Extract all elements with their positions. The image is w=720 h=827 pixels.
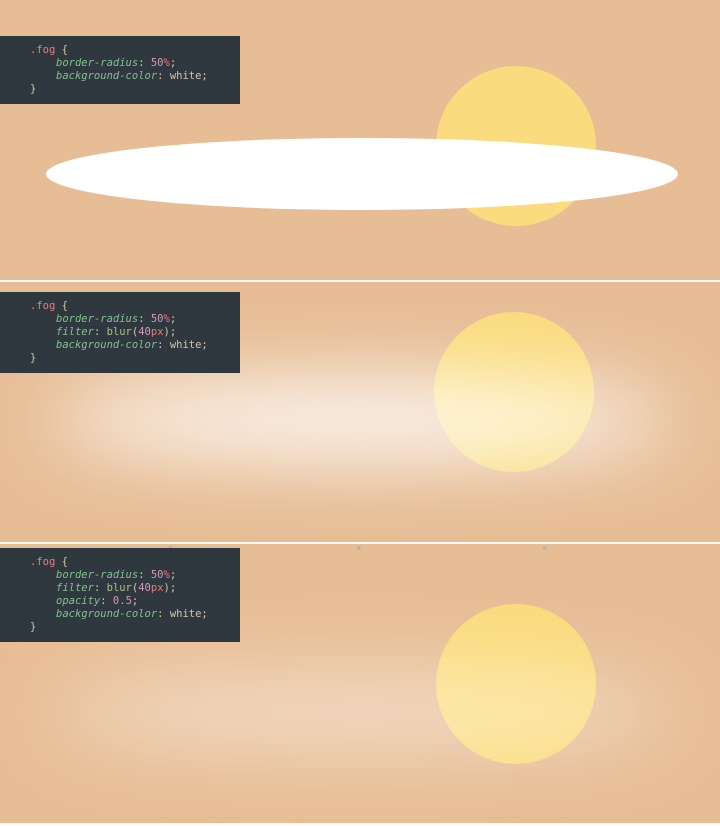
code-prop: border-radius <box>56 57 138 69</box>
code-selector: .fog <box>30 300 55 312</box>
code-prop: border-radius <box>56 569 138 581</box>
code-fn: blur <box>107 582 132 594</box>
example-panel-1: .fog {border-radius: 50%;background-colo… <box>0 0 720 282</box>
code-selector: .fog <box>30 556 55 568</box>
fog-shape <box>46 676 678 748</box>
code-selector: .fog <box>30 44 55 56</box>
guide-cross-icon: × <box>542 544 547 553</box>
code-value-num: 0.5 <box>113 595 132 607</box>
code-value-ident: white <box>170 608 202 620</box>
code-value-num: 50 <box>151 569 164 581</box>
code-value-num: 40 <box>138 326 151 338</box>
code-prop: background-color <box>56 339 157 351</box>
code-value-num: 40 <box>138 582 151 594</box>
code-value-unit: px <box>151 582 164 594</box>
guide-cross-icon: × <box>356 544 361 553</box>
code-value-ident: white <box>170 339 202 351</box>
fog-shape <box>46 138 678 210</box>
code-prop: border-radius <box>56 313 138 325</box>
code-prop: opacity <box>56 595 100 607</box>
css-code-block-3: .fog {border-radius: 50%;filter: blur(40… <box>0 548 240 642</box>
code-close-brace: } <box>30 83 36 95</box>
css-code-block-1: .fog {border-radius: 50%;background-colo… <box>0 36 240 104</box>
code-prop: filter <box>56 582 94 594</box>
example-panel-3: × × × .fog {border-radius: 50%;filter: b… <box>0 544 720 825</box>
code-open-brace: { <box>62 44 68 56</box>
css-code-block-2: .fog {border-radius: 50%;filter: blur(40… <box>0 292 240 373</box>
code-prop: filter <box>56 326 94 338</box>
code-prop: background-color <box>56 608 157 620</box>
fog-shape <box>46 384 678 456</box>
code-value-unit: px <box>151 326 164 338</box>
code-value-ident: white <box>170 70 202 82</box>
code-prop: background-color <box>56 70 157 82</box>
code-value-num: 50 <box>151 313 164 325</box>
example-panel-2: .fog {border-radius: 50%;filter: blur(40… <box>0 282 720 544</box>
code-fn: blur <box>107 326 132 338</box>
code-value-num: 50 <box>151 57 164 69</box>
